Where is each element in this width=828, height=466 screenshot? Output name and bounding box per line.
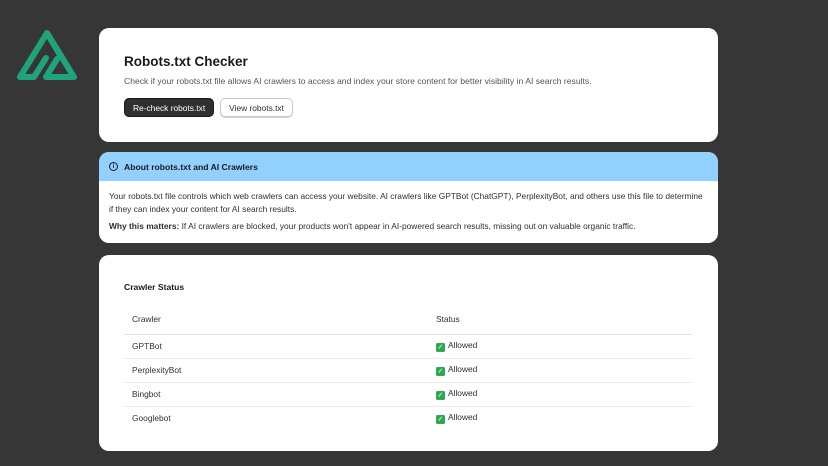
table-header-row: Crawler Status	[124, 305, 692, 334]
robots-checker-card: Robots.txt Checker Check if your robots.…	[99, 28, 718, 142]
check-icon: ✓	[436, 343, 445, 352]
table-row: GPTBot ✓ Allowed	[124, 334, 692, 358]
crawler-name: Googlebot	[132, 413, 171, 424]
crawler-name: PerplexityBot	[132, 365, 182, 375]
crawler-status-card: Crawler Status Crawler Status GPTBot ✓ Al…	[99, 255, 718, 451]
info-banner: i About robots.txt and AI Crawlers Your …	[99, 152, 718, 243]
page-title: Robots.txt Checker	[124, 54, 248, 69]
crawler-name: Bingbot	[132, 389, 161, 399]
status-text: Allowed	[448, 388, 478, 398]
crawler-table: Crawler Status GPTBot ✓ Allowed Perplexit…	[124, 305, 692, 430]
check-icon: ✓	[436, 367, 445, 376]
button-row: Re-check robots.txt View robots.txt	[124, 98, 693, 118]
banner-header: i About robots.txt and AI Crawlers	[99, 152, 718, 181]
banner-title: About robots.txt and AI Crawlers	[124, 161, 258, 172]
view-robots-button[interactable]: View robots.txt	[220, 98, 293, 118]
banner-why: Why this matters: If AI crawlers are blo…	[109, 220, 708, 233]
crawler-status: ✓ Allowed	[428, 358, 692, 382]
crawler-status: ✓ Allowed	[428, 334, 692, 358]
why-label: Why this matters:	[109, 221, 180, 232]
recheck-button[interactable]: Re-check robots.txt	[124, 98, 215, 118]
brand-logo-icon	[16, 29, 78, 85]
check-icon: ✓	[436, 415, 445, 425]
info-icon: i	[109, 162, 118, 171]
status-text: Allowed	[448, 364, 478, 374]
page-description: Check if your robots.txt file allows AI …	[124, 76, 592, 86]
crawler-status: ✓ Allowed	[428, 406, 692, 430]
crawler-status: ✓ Allowed	[428, 382, 692, 406]
table-row: PerplexityBot ✓ Allowed	[124, 358, 692, 382]
crawler-status-title: Crawler Status	[124, 282, 185, 292]
table-row: Bingbot ✓ Allowed	[124, 382, 692, 406]
check-icon: ✓	[436, 391, 445, 400]
crawler-name: GPTBot	[132, 341, 162, 351]
column-header-status: Status	[436, 314, 460, 325]
status-text: Allowed	[448, 340, 478, 350]
why-text: If AI crawlers are blocked, your product…	[179, 221, 636, 232]
banner-body: Your robots.txt file controls which web …	[99, 181, 718, 233]
column-header-crawler: Crawler	[132, 314, 161, 325]
banner-text: Your robots.txt file controls which web …	[109, 191, 703, 215]
status-text: Allowed	[448, 412, 478, 423]
table-row: Googlebot ✓ Allowed	[124, 406, 692, 430]
